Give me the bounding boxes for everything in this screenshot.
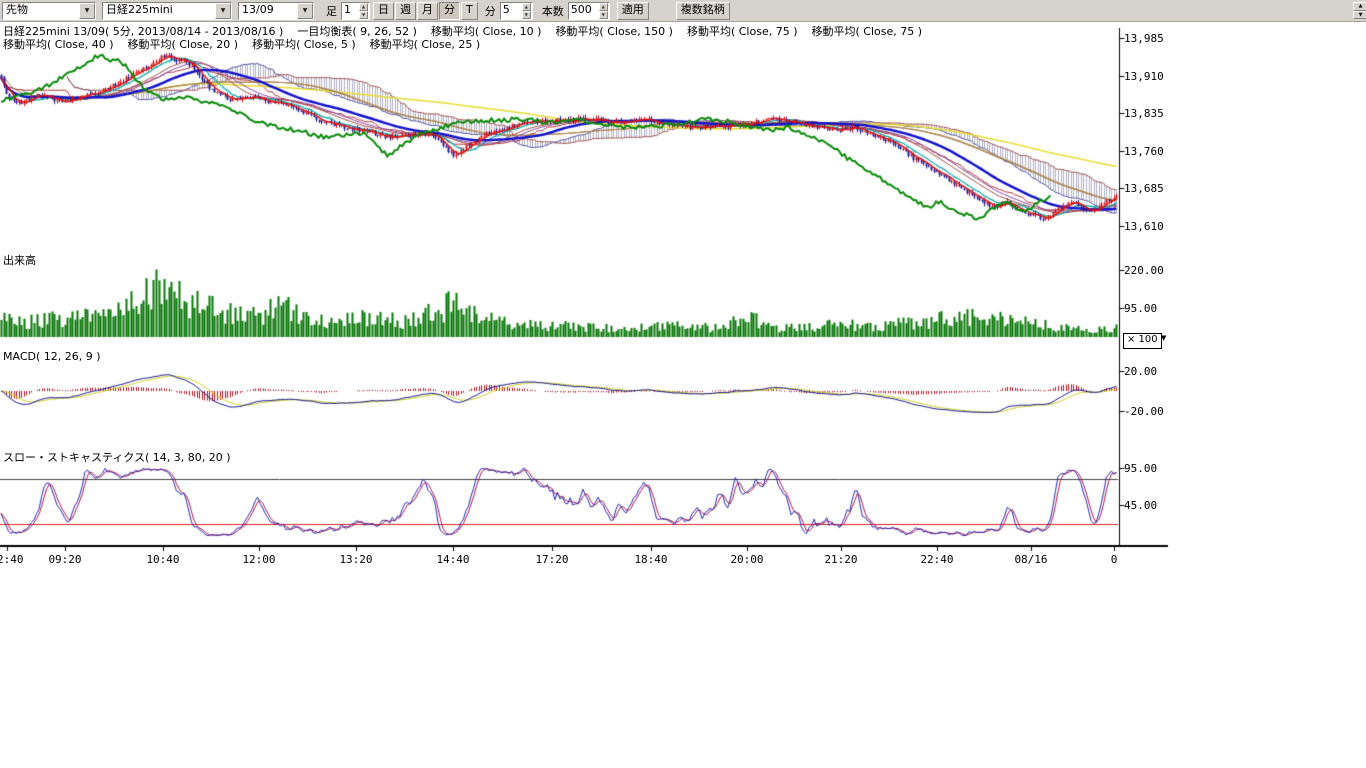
scroll-up-button[interactable]: ▲: [1353, 2, 1366, 11]
scroll-down-button[interactable]: ▼: [1353, 11, 1366, 20]
volume-multiplier-label: × 100: [1127, 334, 1158, 345]
chevron-down-icon[interactable]: ▼: [79, 3, 95, 19]
period-day-button[interactable]: 日: [373, 2, 394, 20]
indicator-label: 移動平均( Close, 75 ): [687, 23, 798, 39]
spin-up-icon[interactable]: ▲: [599, 3, 608, 11]
contract-month-value: 13/09: [239, 3, 297, 19]
bar-type-label: 足: [326, 3, 337, 19]
indicator-label: 移動平均( Close, 5 ): [252, 36, 356, 52]
symbol-value: 日経225mini: [103, 3, 215, 19]
spin-up-icon[interactable]: ▲: [522, 3, 531, 11]
chevron-down-icon[interactable]: ▼: [215, 3, 231, 19]
bar-multiplier-field[interactable]: ▲▼: [341, 2, 370, 20]
indicator-label: 移動平均( Close, 75 ): [812, 23, 923, 39]
period-tick-button[interactable]: T: [461, 2, 478, 20]
indicator-label: 移動平均( Close, 40 ): [3, 36, 114, 52]
spin-down-icon[interactable]: ▼: [599, 11, 608, 19]
period-minute-button[interactable]: 分: [439, 2, 460, 20]
chevron-down-icon[interactable]: ▼: [297, 3, 313, 19]
chart-canvas[interactable]: [0, 0, 1366, 580]
spin-down-icon[interactable]: ▼: [522, 11, 531, 19]
minute-input[interactable]: [501, 3, 522, 17]
minute-field[interactable]: ▲▼: [500, 2, 533, 20]
minute-label: 分: [485, 3, 496, 19]
multi-symbol-button[interactable]: 複数銘柄: [676, 2, 730, 20]
symbol-select[interactable]: 日経225mini ▼: [102, 2, 232, 20]
spinner[interactable]: ▲▼: [599, 3, 608, 19]
indicator-legend-line2: 移動平均( Close, 40 ) 移動平均( Close, 20 ) 移動平均( …: [3, 36, 480, 52]
period-week-button[interactable]: 週: [395, 2, 416, 20]
spinner[interactable]: ▲▼: [522, 3, 531, 19]
indicator-label: 移動平均( Close, 150 ): [555, 23, 673, 39]
indicator-label: 移動平均( Close, 20 ): [128, 36, 239, 52]
spinner[interactable]: ▲▼: [359, 3, 368, 19]
bar-count-label: 本数: [542, 3, 564, 19]
apply-button[interactable]: 適用: [617, 2, 649, 20]
bar-count-input[interactable]: [569, 3, 599, 17]
toolbar: 先物 ▼ 日経225mini ▼ 13/09 ▼ 足 ▲▼ 日 週 月 分 T …: [0, 0, 1366, 22]
instrument-type-select[interactable]: 先物 ▼: [2, 2, 96, 20]
chevron-down-icon[interactable]: ▼: [1161, 334, 1166, 342]
period-month-button[interactable]: 月: [417, 2, 438, 20]
instrument-type-value: 先物: [3, 3, 79, 19]
spin-up-icon[interactable]: ▲: [359, 3, 368, 11]
mini-scrollbar: ▲ ▼: [1353, 2, 1366, 19]
bar-multiplier-input[interactable]: [342, 3, 359, 17]
volume-multiplier-badge: × 100: [1123, 333, 1162, 349]
bar-count-field[interactable]: ▲▼: [568, 2, 610, 20]
contract-month-select[interactable]: 13/09 ▼: [238, 2, 314, 20]
spin-down-icon[interactable]: ▼: [359, 11, 368, 19]
indicator-label: 移動平均( Close, 25 ): [370, 36, 481, 52]
